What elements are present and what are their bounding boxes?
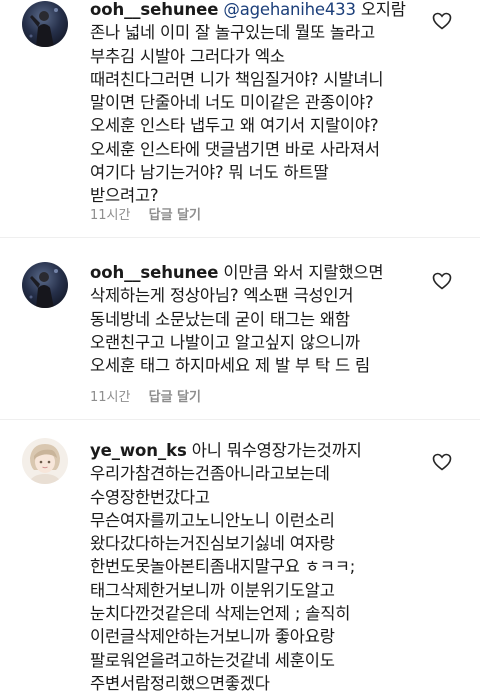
comment-text: ye_won_ks 아니 뭐수영장가는것까지 우리가참견하는건좀아니라고보는데 … (90, 439, 462, 695)
comment-line: 말이면 단줄아네 너도 미이같은 관종이야? (90, 93, 374, 113)
avatar[interactable] (22, 262, 68, 308)
username-link[interactable]: ooh__sehunee (90, 0, 218, 19)
comment-line: 오세훈 인스타 냅두고 왜 여기서 지랄이야? (90, 116, 379, 136)
comment-line: 여기다 남기는거야? 뭐 너도 하트딸 (90, 163, 329, 183)
username-link[interactable]: ooh__sehunee (90, 263, 218, 282)
comment-line: 주변서람정리했으면좋겠다 (90, 673, 270, 693)
avatar[interactable] (22, 1, 68, 47)
profile-photo-dark-performer-icon (22, 1, 68, 47)
comment-text: ooh__sehunee 이만큼 와서 지랄했으면 삭제하는게 정상아님? 엑소… (90, 261, 462, 377)
comment-line: 동네방네 소문났는데 굳이 태그는 왜함 (90, 309, 350, 329)
comment-text-first: 오지람 (360, 0, 406, 19)
comment-line: 삭제하는게 정상아님? 엑소팬 극성인거 (90, 286, 354, 306)
comment-line: 존나 넓네 이미 잘 놀구있는데 뭘또 놀라고 (90, 23, 375, 43)
comment-line: 눈치다깐것같은데 삭제는언제 ; 솔직히 (90, 604, 351, 624)
timestamp: 11시간 (90, 390, 131, 405)
comment-line: 오세훈 인스타에 댓글냄기면 바로 사라져서 (90, 139, 380, 159)
avatar[interactable] (22, 438, 68, 484)
comment-meta: 11시간 답글 달기 (90, 204, 201, 223)
reply-button[interactable]: 답글 달기 (149, 208, 201, 223)
comment-text-first: 이만큼 와서 지랄했으면 (223, 263, 384, 282)
mention-link[interactable]: @agehanihe433 (223, 0, 356, 19)
comment-text-first: 아니 뭐수영장가는것까지 (191, 441, 362, 460)
comment-line: 이런글삭제안하는거보니까 좋아요랑 (90, 627, 335, 647)
comment-line: 팔로워얻을려고하는것같네 세훈이도 (90, 650, 335, 670)
comment-line: 무슨여자를끼고노니안노니 이런소리 (90, 510, 335, 530)
profile-photo-dark-performer-icon (22, 262, 68, 308)
timestamp: 11시간 (90, 208, 131, 223)
profile-photo-light-illustration-icon (22, 438, 68, 484)
comment-text: ooh__sehunee @agehanihe433 오지람 존나 넓네 이미 … (90, 0, 462, 208)
comment-line: 부추김 시발아 그러다가 엑소 (90, 46, 285, 66)
comment-line: 수영장한번갔다고 (90, 487, 210, 507)
comment-line: 오세훈 태그 하지마세요 제 발 부 탁 드 림 (90, 356, 371, 376)
comment-line: 한번도못놀아본티좀내지말구요 ㅎㅋㅋ; (90, 557, 356, 577)
comment-line: 때려친다그러면 니가 책임질거야? 시발녀니 (90, 69, 384, 89)
reply-button[interactable]: 답글 달기 (149, 390, 201, 405)
comment-line: 왔다갔다하는거진심보기싫네 여자랑 (90, 534, 335, 554)
divider (0, 419, 480, 420)
comment-line: 우리가참견하는건좀아니라고보는데 (90, 464, 330, 484)
comment-line: 태그삭제한거보니까 이분위기도알고 (90, 580, 335, 600)
divider (0, 237, 480, 238)
comment-line: 오랜친구고 나발이고 알고싶지 않으니까 (90, 332, 360, 352)
comment-meta: 11시간 답글 달기 (90, 386, 201, 405)
username-link[interactable]: ye_won_ks (90, 441, 187, 460)
